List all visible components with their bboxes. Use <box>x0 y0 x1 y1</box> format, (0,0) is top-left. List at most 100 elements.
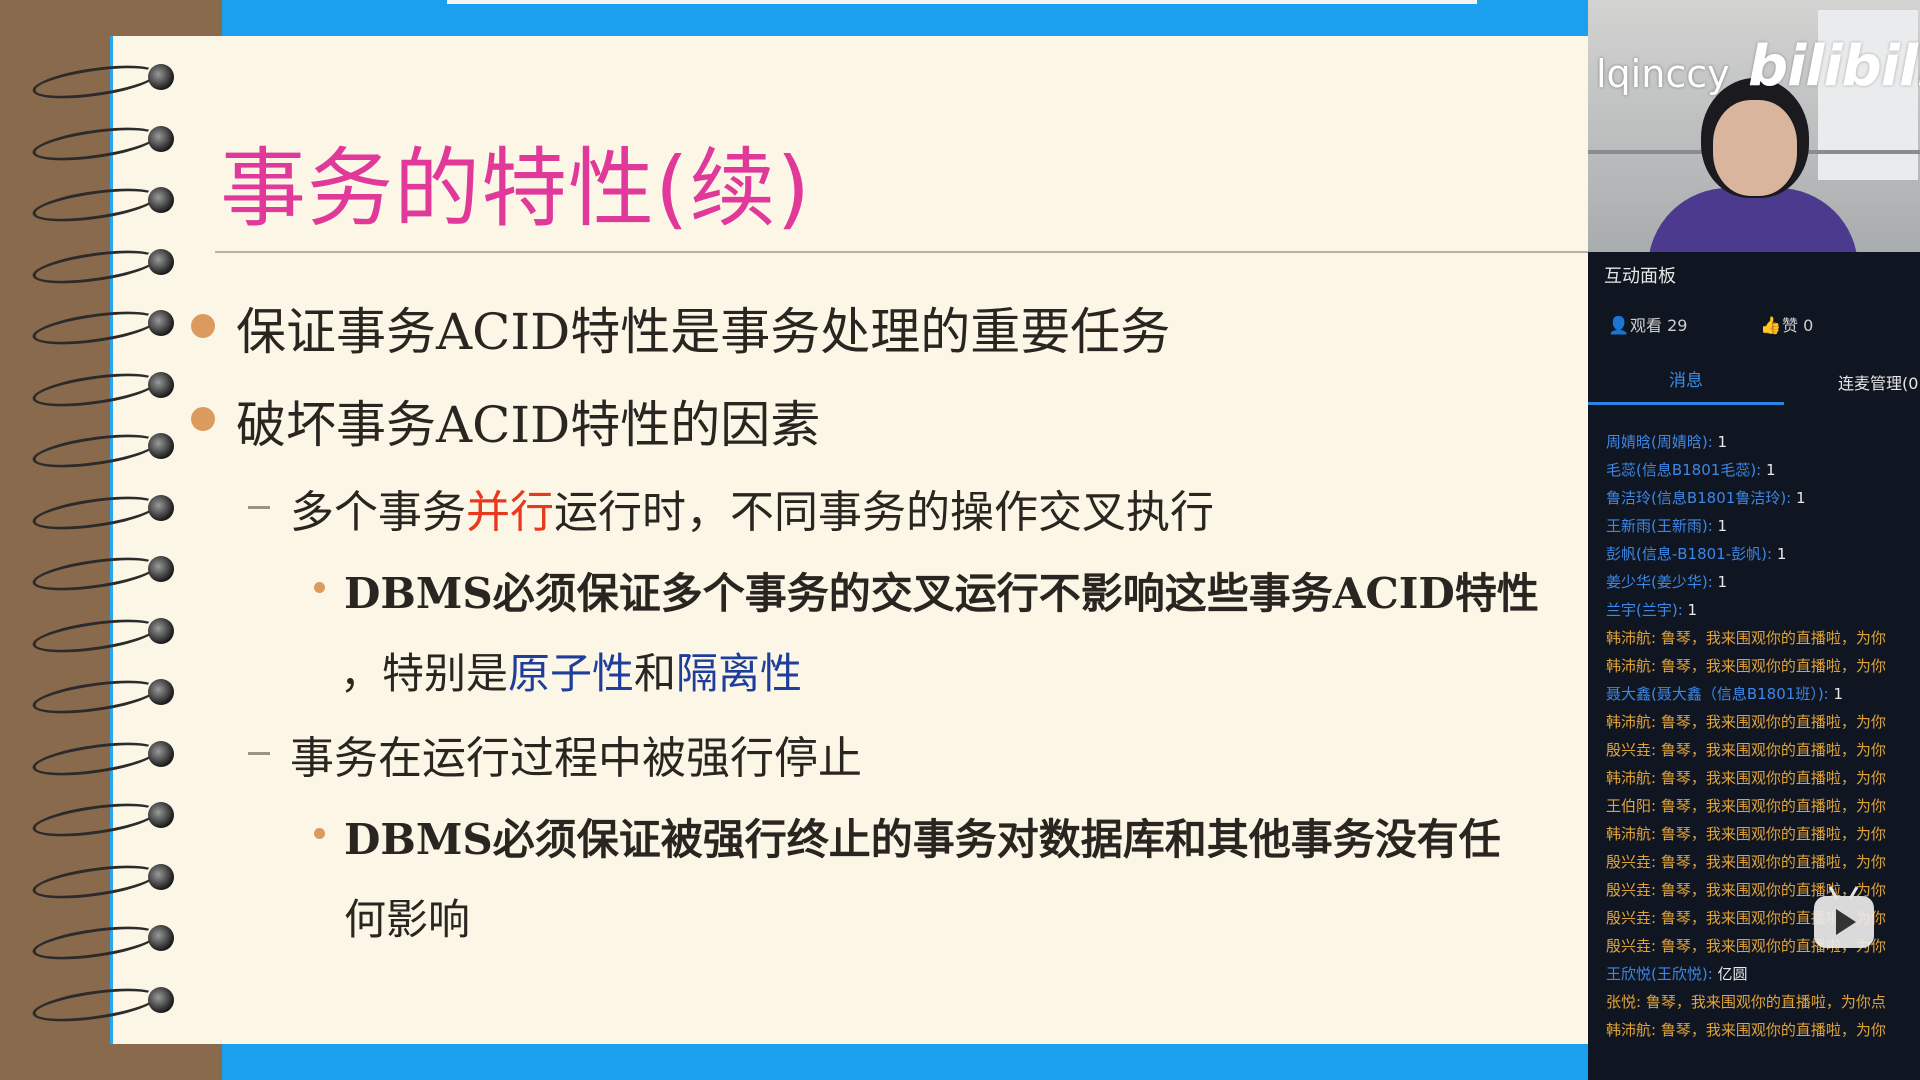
tab-messages-underline <box>1588 402 1784 405</box>
term-atomicity: 原子性 <box>508 649 635 698</box>
chat-text: 1 <box>1682 601 1698 619</box>
viewer-count-label: 观看 29 <box>1630 316 1688 335</box>
spiral-wire <box>30 797 160 843</box>
chat-sender[interactable]: 韩沛航: <box>1606 629 1656 647</box>
chat-message: 鲁洁玲(信息B1801鲁洁玲): 1 <box>1606 484 1920 512</box>
spiral-ring <box>28 612 188 659</box>
chat-sender[interactable]: 殷兴垚: <box>1606 909 1656 927</box>
chat-text: 1 <box>1772 545 1787 563</box>
spiral-ring <box>28 858 188 905</box>
chat-message: 兰宇(兰宇): 1 <box>1606 596 1920 624</box>
spiral-hole <box>148 125 174 152</box>
spiral-hole <box>148 679 174 705</box>
chat-message: 殷兴垚: 鲁琴，我来围观你的直播啦，为你 <box>1606 876 1920 904</box>
chat-text: 鲁琴，我来围观你的直播啦，为你 <box>1656 629 1886 647</box>
chat-sender[interactable]: 王欣悦(王欣悦): <box>1606 965 1713 983</box>
chat-sender[interactable]: 殷兴垚: <box>1606 853 1656 871</box>
bilibili-play-icon[interactable] <box>1814 886 1874 948</box>
chat-sender[interactable]: 韩沛航: <box>1606 713 1656 731</box>
spiral-wire <box>30 305 160 351</box>
highlight-parallel: 并行 <box>466 487 554 538</box>
panel-title: 互动面板 <box>1604 266 1676 287</box>
spiral-wire <box>30 735 160 782</box>
point-dbms-abort-cont: 何影响 <box>344 895 471 944</box>
spiral-hole <box>148 925 174 951</box>
chat-message: 姜少华(姜少华): 1 <box>1606 568 1920 596</box>
spiral-ring <box>28 243 188 290</box>
spiral-hole <box>148 740 174 767</box>
chat-sender[interactable]: 周婧晗(周婧晗): <box>1606 433 1713 451</box>
chat-text: 鲁琴，我来围观你的直播啦，为你 <box>1656 797 1886 815</box>
chat-message: 王伯阳: 鲁琴，我来围观你的直播啦，为你 <box>1606 792 1920 820</box>
spiral-ring <box>28 366 188 413</box>
chat-message: 韩沛航: 鲁琴，我来围观你的直播啦，为你 <box>1606 764 1920 792</box>
bilibili-logo: bilibili <box>1748 34 1920 99</box>
chat-message: 毛蕊(信息B1801毛蕊): 1 <box>1606 456 1920 484</box>
chat-sender[interactable]: 韩沛航: <box>1606 769 1656 787</box>
webcam-feed: lqinccy bilibili <box>1588 0 1920 252</box>
spiral-ring <box>28 489 188 536</box>
chat-sender[interactable]: 鲁洁玲(信息B1801鲁洁玲): <box>1606 489 1791 507</box>
chat-sender[interactable]: 聂大鑫(聂大鑫（信息B1801班）): <box>1606 685 1829 703</box>
spiral-ring <box>28 735 188 782</box>
spiral-ring <box>28 58 188 105</box>
spiral-ring <box>28 796 188 843</box>
spiral-wire <box>30 674 160 720</box>
chat-text: 鲁琴，我来围观你的直播啦，为你 <box>1656 713 1886 731</box>
spiral-hole <box>148 433 174 459</box>
slide-area: 事务的特性(续) 保证事务ACID特性是事务处理的重要任务 破坏事务ACID特性… <box>0 0 1588 1080</box>
chat-sender[interactable]: 姜少华(姜少华): <box>1606 573 1713 591</box>
spiral-ring <box>28 120 188 167</box>
tab-mic-management[interactable]: 连麦管理(0 <box>1838 370 1918 394</box>
title-divider <box>215 251 1588 253</box>
spiral-hole <box>148 556 174 582</box>
like-count[interactable]: 👍赞 0 <box>1760 312 1813 336</box>
spiral-wire <box>30 981 160 1028</box>
bullet-acid-factors: 破坏事务ACID特性的因素 <box>236 396 821 454</box>
tab-messages[interactable]: 消息 <box>1588 366 1784 391</box>
chat-sender[interactable]: 殷兴垚: <box>1606 881 1656 899</box>
chat-text: 1 <box>1712 517 1728 535</box>
spiral-wire <box>30 612 160 659</box>
chat-sender[interactable]: 兰宇(兰宇): <box>1606 601 1683 619</box>
chat-message: 殷兴垚: 鲁琴，我来围观你的直播啦，为你 <box>1606 736 1920 764</box>
chat-sender[interactable]: 殷兴垚: <box>1606 937 1656 955</box>
viewers-icon: 👤 <box>1608 316 1630 336</box>
chat-sender[interactable]: 韩沛航: <box>1606 1021 1656 1039</box>
chat-sender[interactable]: 韩沛航: <box>1606 657 1656 675</box>
sub-parallel-pre: 多个事务 <box>290 487 466 538</box>
chat-text: 1 <box>1712 573 1728 591</box>
streamer-name: lqinccy <box>1596 52 1730 96</box>
chat-message: 韩沛航: 鲁琴，我来围观你的直播啦，为你 <box>1606 820 1920 848</box>
chat-sender[interactable]: 殷兴垚: <box>1606 741 1656 759</box>
slide-bottom-bar <box>222 1044 1588 1080</box>
chat-message: 周婧晗(周婧晗): 1 <box>1606 428 1920 456</box>
chat-text: 鲁琴，我来围观你的直播啦，为你点 <box>1641 993 1886 1011</box>
spiral-hole <box>148 187 174 213</box>
slide-top-bar <box>222 0 1588 36</box>
chat-sender[interactable]: 毛蕊(信息B1801毛蕊): <box>1606 461 1761 479</box>
spiral-wire <box>30 59 160 105</box>
chat-list[interactable]: 周婧晗(周婧晗): 1 毛蕊(信息B1801毛蕊): 1 鲁洁玲(信息B1801鲁洁… <box>1606 428 1920 1044</box>
chat-message: 韩沛航: 鲁琴，我来围观你的直播啦，为你 <box>1606 652 1920 680</box>
bullet-acid-task: 保证事务ACID特性是事务处理的重要任务 <box>236 303 1171 361</box>
chat-sender[interactable]: 张悦: <box>1606 993 1641 1011</box>
slide-top-bar-highlight <box>447 0 1477 4</box>
thumbs-up-icon[interactable]: 👍 <box>1760 316 1782 336</box>
chat-sender[interactable]: 王新雨(王新雨): <box>1606 517 1713 535</box>
spiral-wire <box>30 243 160 290</box>
bullet-dot <box>191 314 215 338</box>
chat-message: 韩沛航: 鲁琴，我来围观你的直播啦，为你 <box>1606 708 1920 736</box>
chat-text: 亿圆 <box>1712 965 1748 983</box>
chat-sender[interactable]: 彭帆(信息-B1801-彭帆): <box>1606 545 1772 563</box>
chat-sender[interactable]: 王伯阳: <box>1606 797 1656 815</box>
chat-text: 鲁琴，我来围观你的直播啦，为你 <box>1656 853 1886 871</box>
spiral-wire <box>30 428 160 474</box>
like-count-label: 赞 0 <box>1782 316 1814 335</box>
sub-forced-stop: 事务在运行过程中被强行停止 <box>290 733 862 784</box>
slide-title: 事务的特性(续) <box>220 139 812 239</box>
chat-sender[interactable]: 韩沛航: <box>1606 825 1656 843</box>
sub-dash <box>248 506 270 509</box>
chat-message: 韩沛航: 鲁琴，我来围观你的直播啦，为你 <box>1606 1016 1920 1044</box>
play-triangle <box>1836 909 1856 935</box>
